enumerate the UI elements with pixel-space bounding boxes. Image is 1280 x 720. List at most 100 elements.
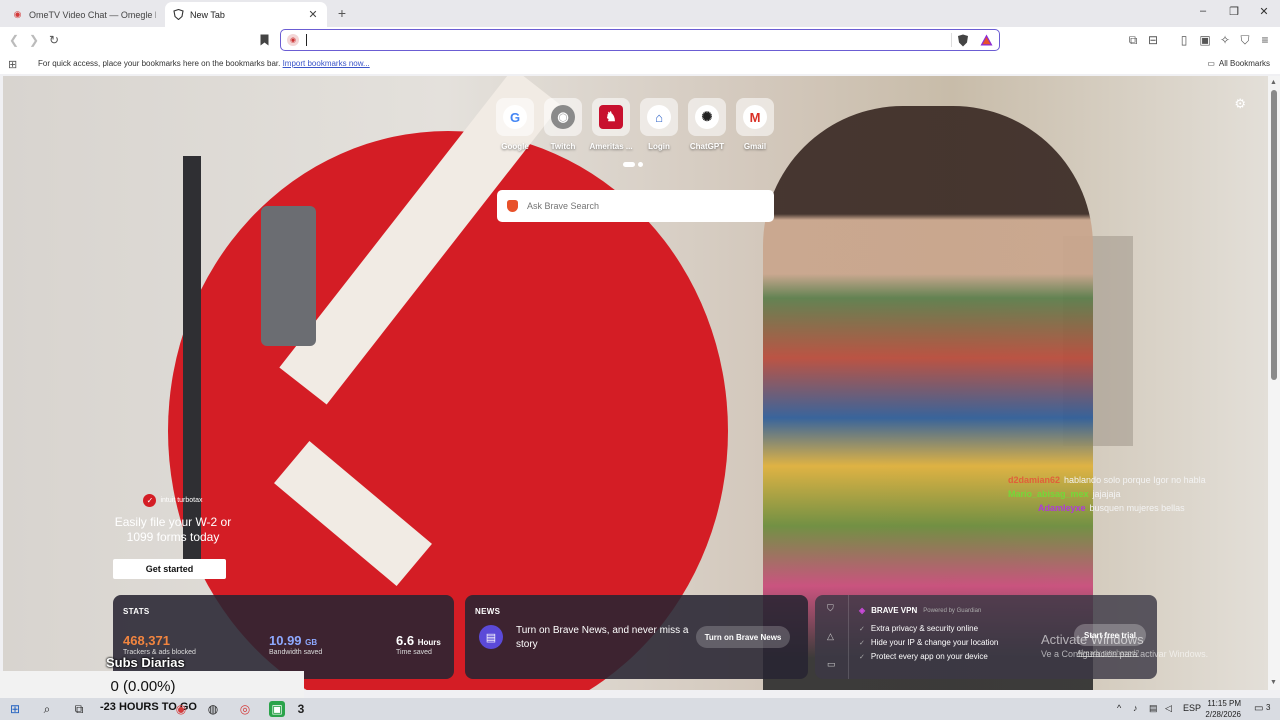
vpn-logo-icon: ◈ bbox=[859, 606, 866, 615]
apps-grid-icon[interactable]: ⊞ bbox=[8, 58, 17, 71]
app-taskbar-icon[interactable]: ◍ bbox=[205, 701, 221, 717]
top-site-label: Twitch bbox=[550, 142, 576, 151]
top-site-chatgpt[interactable]: ✺ ChatGPT bbox=[688, 98, 726, 151]
top-site-label: Login bbox=[648, 142, 670, 151]
customize-gear-icon[interactable]: ⚙ bbox=[1234, 96, 1246, 112]
windows-start-icon[interactable]: ⊞ bbox=[7, 701, 23, 717]
chat-message: Mario_abisag_mex jajajaja bbox=[1008, 487, 1206, 501]
task-view-icon[interactable]: ⧉ bbox=[71, 701, 87, 717]
news-text: Turn on Brave News, and never miss a sto… bbox=[516, 625, 689, 650]
get-started-button[interactable]: Get started bbox=[113, 559, 226, 579]
ometv-taskbar-icon[interactable]: ◉ bbox=[173, 701, 189, 717]
reload-icon[interactable]: ↻ bbox=[46, 32, 62, 48]
brave-rewards-icon[interactable] bbox=[978, 32, 994, 48]
time-stat: 6.6 Hours Time saved bbox=[396, 633, 441, 656]
brave-shields-icon[interactable] bbox=[955, 32, 971, 48]
vpn-feature: Extra privacy & security online bbox=[859, 622, 998, 636]
tab-new-tab[interactable]: New Tab ✕ bbox=[165, 2, 327, 27]
address-bar[interactable]: ◉ bbox=[280, 29, 1000, 51]
scrollbar[interactable]: ▲ ▼ bbox=[1268, 76, 1280, 690]
wallet-icon[interactable]: ▣ bbox=[1197, 32, 1213, 48]
network-icon[interactable]: ▤ bbox=[1149, 703, 1158, 714]
rewards-triangle-icon[interactable]: △ bbox=[827, 631, 834, 642]
top-site-google[interactable]: G Google bbox=[496, 98, 534, 151]
import-bookmarks-link[interactable]: Import bookmarks now... bbox=[283, 59, 370, 68]
show-hidden-icons[interactable]: ^ bbox=[1117, 703, 1121, 713]
top-site-tile: ♞ bbox=[592, 98, 630, 136]
leo-ai-icon[interactable]: ✧ bbox=[1217, 32, 1233, 48]
all-bookmarks-label: All Bookmarks bbox=[1218, 59, 1270, 68]
page-dot[interactable] bbox=[638, 162, 643, 167]
forward-icon[interactable]: ❯ bbox=[26, 32, 42, 48]
top-site-ameritas[interactable]: ♞ Ameritas ... bbox=[589, 98, 633, 151]
clock-date: 2/28/2026 bbox=[1205, 710, 1241, 719]
obs-taskbar-icon[interactable]: ◎ bbox=[237, 701, 253, 717]
bandwidth-label: Bandwidth saved bbox=[269, 649, 323, 656]
chat-message: Adamleyxe busquen mujeres bellas bbox=[1038, 501, 1206, 515]
taskbar-clock[interactable]: 11:15 PM 2/28/2026 bbox=[1203, 698, 1241, 720]
search-input[interactable] bbox=[527, 199, 757, 213]
scroll-down-icon[interactable]: ▼ bbox=[1270, 679, 1277, 686]
top-site-login[interactable]: ⌂ Login bbox=[640, 98, 678, 151]
vpn-feature: Hide your IP & change your location bbox=[859, 636, 998, 650]
all-bookmarks-button[interactable]: ▭ All Bookmarks bbox=[1207, 59, 1270, 68]
top-sites-pagination bbox=[623, 162, 643, 167]
chat-message: d2damian62 hablando solo porque Igor no h… bbox=[1008, 473, 1206, 487]
bookmark-icon[interactable] bbox=[256, 32, 272, 48]
bookmarks-hint-text: For quick access, place your bookmarks h… bbox=[38, 59, 281, 68]
vpn-title: BRAVE VPN bbox=[871, 606, 918, 615]
divider bbox=[951, 33, 952, 47]
top-site-label: ChatGPT bbox=[689, 142, 725, 151]
top-site-label: Ameritas ... bbox=[589, 142, 633, 151]
address-input[interactable] bbox=[303, 32, 943, 48]
turn-on-news-button[interactable]: Turn on Brave News bbox=[696, 626, 790, 648]
menu-icon[interactable]: ≡ bbox=[1257, 32, 1273, 48]
language-indicator[interactable]: ESP bbox=[1183, 703, 1201, 713]
page-dot-active[interactable] bbox=[623, 162, 635, 167]
close-window-icon[interactable]: ✕ bbox=[1257, 5, 1271, 18]
top-site-label: Google bbox=[501, 142, 529, 151]
scroll-up-icon[interactable]: ▲ bbox=[1270, 79, 1277, 86]
bandwidth-stat: 10.99 GB Bandwidth saved bbox=[269, 633, 322, 656]
extensions-icon[interactable]: ⧉ bbox=[1125, 32, 1141, 48]
top-site-tile: ✺ bbox=[688, 98, 726, 136]
top-site-tile: M bbox=[736, 98, 774, 136]
brave-search-box[interactable] bbox=[497, 190, 774, 222]
microphone-icon[interactable]: ♪ bbox=[1133, 703, 1138, 713]
turbotax-logo: ✓ intuit turbotax bbox=[113, 494, 233, 507]
top-site-gmail[interactable]: M Gmail bbox=[736, 98, 774, 151]
top-site-twitch[interactable]: ◉ Twitch bbox=[544, 98, 582, 151]
vpn-feature: Protect every app on your device bbox=[859, 650, 998, 664]
watermark-title: Activate Windows bbox=[1041, 632, 1144, 647]
new-tab-icon[interactable]: + bbox=[335, 5, 349, 21]
subs-title: Subs Diarias bbox=[106, 655, 185, 670]
scrollbar-thumb[interactable] bbox=[1271, 90, 1277, 380]
vpn-shield-icon[interactable]: ⛉ bbox=[827, 603, 834, 614]
site-info-icon[interactable]: ◉ bbox=[287, 34, 299, 46]
streamlabs-taskbar-icon[interactable]: ▣ bbox=[269, 701, 285, 717]
background-image bbox=[261, 206, 316, 346]
notifications-icon[interactable]: ▭ bbox=[1254, 703, 1263, 714]
tab-search-icon[interactable]: ⊟ bbox=[1145, 32, 1161, 48]
ameritas-icon: ♞ bbox=[599, 105, 623, 129]
chat-user: d2damian62 bbox=[1008, 475, 1061, 485]
subs-value: 0 (0.00%) bbox=[110, 678, 176, 695]
tab-close-icon[interactable]: ✕ bbox=[307, 8, 319, 21]
tab-ometv[interactable]: ◉ OmeTV Video Chat — Omegle R bbox=[4, 2, 164, 27]
news-icon: ▤ bbox=[479, 625, 503, 649]
taskbar-badge: 3 bbox=[297, 702, 305, 716]
vpn-header: ◈ BRAVE VPN Powered by Guardian bbox=[859, 606, 981, 615]
vpn-icon[interactable]: ⛉ bbox=[1237, 32, 1253, 48]
search-icon[interactable]: ⌕ bbox=[39, 701, 55, 717]
globe-icon: ◉ bbox=[551, 105, 575, 129]
volume-icon[interactable]: ◁ bbox=[1165, 703, 1172, 714]
minimize-icon[interactable]: – bbox=[1196, 5, 1210, 17]
card-icon[interactable]: ▭ bbox=[827, 659, 836, 670]
chat-text: busquen mujeres bellas bbox=[1089, 503, 1185, 513]
bandwidth-value: 10.99 bbox=[269, 633, 302, 648]
restore-icon[interactable]: ❐ bbox=[1227, 5, 1241, 18]
sidebar-icon[interactable]: ▯ bbox=[1176, 32, 1192, 48]
folder-icon: ▭ bbox=[1207, 59, 1215, 68]
back-icon[interactable]: ❮ bbox=[6, 32, 22, 48]
watermark-subtitle: Ve a Configuración para activar Windows. bbox=[1041, 649, 1209, 659]
